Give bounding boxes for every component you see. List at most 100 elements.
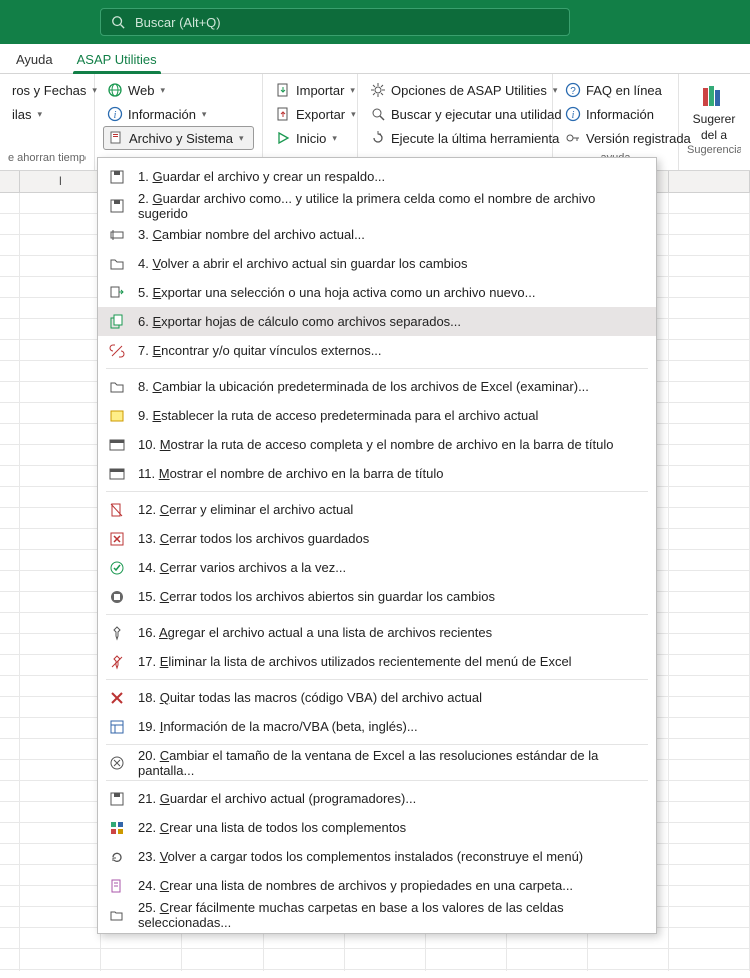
menu-item-2[interactable]: 2. Guardar archivo como... y utilice la … xyxy=(98,191,656,220)
ribbon-item-inicio[interactable]: Inicio▾ xyxy=(271,126,349,150)
chevron-down-icon: ▾ xyxy=(332,133,337,144)
svg-text:i: i xyxy=(572,110,575,121)
export-sheets-icon xyxy=(108,313,126,331)
ribbon-group-left-cut: ros y Fechas▾ ilas▾ e ahorran tiempo xyxy=(0,74,95,170)
menu-item-5[interactable]: 5. Exportar una selección o una hoja act… xyxy=(98,278,656,307)
menu-item-8[interactable]: 8. Cambiar la ubicación predeterminada d… xyxy=(98,372,656,401)
menu-item-10[interactable]: 10. Mostrar la ruta de acceso completa y… xyxy=(98,430,656,459)
info-icon: i xyxy=(565,106,581,122)
books-icon xyxy=(700,82,728,110)
pin-icon xyxy=(108,624,126,642)
ribbon-item-web[interactable]: Web▾ xyxy=(103,78,254,102)
folder-icon xyxy=(108,255,126,273)
menu-separator xyxy=(106,744,648,745)
ribbon-item-filas[interactable]: ilas▾ xyxy=(8,102,86,126)
path-icon xyxy=(108,407,126,425)
ribbon-item-buscar-utilidad[interactable]: Buscar y ejecutar una utilidad xyxy=(366,102,544,126)
search-placeholder: Buscar (Alt+Q) xyxy=(135,15,221,30)
ribbon-item-sugerencias[interactable]: Sugerer del a xyxy=(687,78,741,142)
ribbon-group-web: Web▾ i Información▾ Archivo y Sistema▾ xyxy=(95,74,263,170)
export-selection-icon xyxy=(108,284,126,302)
menu-separator xyxy=(106,780,648,781)
folder-open-icon xyxy=(108,378,126,396)
macro-info-icon xyxy=(108,718,126,736)
menu-item-17[interactable]: 17. Eliminar la lista de archivos utiliz… xyxy=(98,647,656,676)
menu-item-3[interactable]: 3. Cambiar nombre del archivo actual... xyxy=(98,220,656,249)
menu-item-18[interactable]: 18. Quitar todas las macros (código VBA)… xyxy=(98,683,656,712)
save-dev-icon xyxy=(108,790,126,808)
menu-item-6[interactable]: 6. Exportar hojas de cálculo como archiv… xyxy=(98,307,656,336)
ribbon-item-opciones[interactable]: Opciones de ASAP Utilities▾ xyxy=(366,78,544,102)
menu-item-13[interactable]: 13. Cerrar todos los archivos guardados xyxy=(98,524,656,553)
search-icon xyxy=(370,106,386,122)
save-as-icon xyxy=(108,197,126,215)
menu-item-12[interactable]: 12. Cerrar y eliminar el archivo actual xyxy=(98,495,656,524)
menu-item-1[interactable]: 1. Guardar el archivo y crear un respald… xyxy=(98,162,656,191)
title-bar: Buscar (Alt+Q) xyxy=(0,0,750,44)
reload-icon xyxy=(108,848,126,866)
tab-asap-utilities[interactable]: ASAP Utilities xyxy=(65,46,169,73)
archivo-sistema-menu: 1. Guardar el archivo y crear un respald… xyxy=(97,157,657,934)
chevron-down-icon: ▾ xyxy=(239,133,244,144)
menu-item-19[interactable]: 19. Información de la macro/VBA (beta, i… xyxy=(98,712,656,741)
menu-item-9[interactable]: 9. Establecer la ruta de acceso predeter… xyxy=(98,401,656,430)
ribbon-item-faq[interactable]: ? FAQ en línea xyxy=(561,78,670,102)
ribbon-item-importar[interactable]: Importar▾ xyxy=(271,78,349,102)
menu-item-21[interactable]: 21. Guardar el archivo actual (programad… xyxy=(98,784,656,813)
export-icon xyxy=(275,106,291,122)
delete-file-icon xyxy=(108,501,126,519)
chevron-down-icon: ▾ xyxy=(350,85,355,96)
menu-item-4[interactable]: 4. Volver a abrir el archivo actual sin … xyxy=(98,249,656,278)
list-addins-icon xyxy=(108,819,126,837)
menu-separator xyxy=(106,614,648,615)
check-icon xyxy=(108,559,126,577)
help-icon: ? xyxy=(565,82,581,98)
info-icon: i xyxy=(107,106,123,122)
menu-item-7[interactable]: 7. Encontrar y/o quitar vínculos externo… xyxy=(98,336,656,365)
file-list-icon xyxy=(108,877,126,895)
menu-item-25[interactable]: 25. Crear fácilmente muchas carpetas en … xyxy=(98,900,656,929)
search-icon xyxy=(111,15,125,29)
ribbon-item-ultima-herramienta[interactable]: Ejecute la última herramienta xyxy=(366,126,544,150)
ribbon-item-informacion[interactable]: i Información▾ xyxy=(103,102,254,126)
menu-item-20[interactable]: 20. Cambiar el tamaño de la ventana de E… xyxy=(98,748,656,777)
file-system-icon xyxy=(108,130,124,146)
col-header-I[interactable]: I xyxy=(20,171,101,192)
key-icon xyxy=(565,130,581,146)
close-icon xyxy=(108,530,126,548)
ribbon-group-suggest: Sugerer del a Sugerencia xyxy=(679,74,749,170)
svg-text:i: i xyxy=(114,110,117,121)
ribbon-item-archivo-sistema[interactable]: Archivo y Sistema▾ xyxy=(103,126,254,150)
menu-item-14[interactable]: 14. Cerrar varios archivos a la vez... xyxy=(98,553,656,582)
menu-item-11[interactable]: 11. Mostrar el nombre de archivo en la b… xyxy=(98,459,656,488)
import-icon xyxy=(275,82,291,98)
menu-separator xyxy=(106,679,648,680)
chevron-down-icon: ▾ xyxy=(38,109,43,120)
chevron-down-icon: ▾ xyxy=(202,109,207,120)
play-icon xyxy=(275,130,291,146)
menu-item-22[interactable]: 22. Crear una lista de todos los complem… xyxy=(98,813,656,842)
search-box[interactable]: Buscar (Alt+Q) xyxy=(100,8,570,36)
group-label: e ahorran tiempo xyxy=(8,152,86,168)
titlebar-name-icon xyxy=(108,465,126,483)
titlebar-path-icon xyxy=(108,436,126,454)
folders-icon xyxy=(108,906,126,924)
menu-separator xyxy=(106,491,648,492)
gear-icon xyxy=(370,82,386,98)
ribbon-item-fechas[interactable]: ros y Fechas▾ xyxy=(8,78,86,102)
menu-separator xyxy=(106,368,648,369)
ribbon-item-info2[interactable]: i Información xyxy=(561,102,670,126)
ribbon-group-help: ? FAQ en línea i Información Versión reg… xyxy=(553,74,679,170)
ribbon-item-version[interactable]: Versión registrada xyxy=(561,126,670,150)
stop-icon xyxy=(108,588,126,606)
menu-item-23[interactable]: 23. Volver a cargar todos los complement… xyxy=(98,842,656,871)
tab-ayuda[interactable]: Ayuda xyxy=(4,46,65,73)
menu-item-24[interactable]: 24. Crear una lista de nombres de archiv… xyxy=(98,871,656,900)
ribbon-item-exportar[interactable]: Exportar▾ xyxy=(271,102,349,126)
ribbon-tabs: Ayuda ASAP Utilities xyxy=(0,44,750,74)
menu-item-16[interactable]: 16. Agregar el archivo actual a una list… xyxy=(98,618,656,647)
ribbon-group-options: Opciones de ASAP Utilities▾ Buscar y eje… xyxy=(358,74,553,170)
menu-item-15[interactable]: 15. Cerrar todos los archivos abiertos s… xyxy=(98,582,656,611)
svg-text:?: ? xyxy=(570,86,576,97)
links-icon xyxy=(108,342,126,360)
